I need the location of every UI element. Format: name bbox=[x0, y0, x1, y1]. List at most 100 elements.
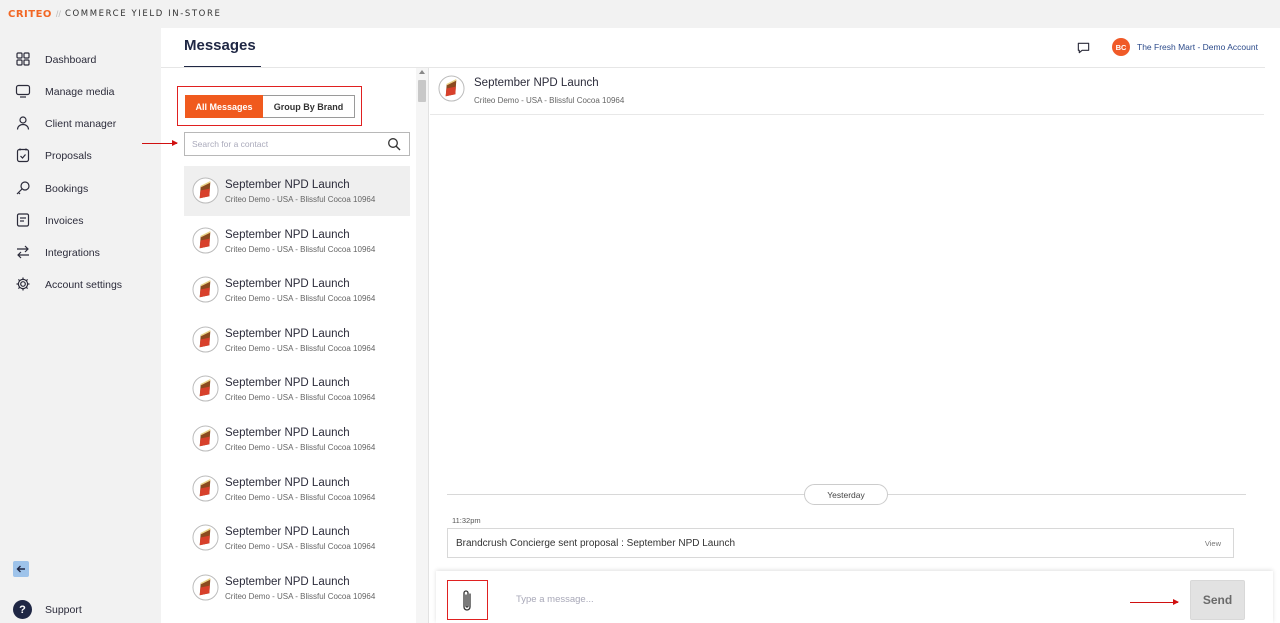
sidebar-item-label: Proposals bbox=[45, 150, 92, 162]
top-bar: CRITEO // COMMERCE YIELD IN-STORE bbox=[0, 0, 1280, 28]
brand-logo-icon bbox=[192, 227, 219, 254]
message-card: Brandcrush Concierge sent proposal : Sep… bbox=[447, 528, 1234, 558]
sidebar-item-invoices[interactable]: Invoices bbox=[0, 207, 161, 235]
support-label: Support bbox=[45, 603, 82, 616]
page-title: Messages bbox=[184, 37, 256, 54]
conversation-item[interactable]: September NPD Launch Criteo Demo - USA - … bbox=[184, 464, 410, 514]
paperclip-icon[interactable] bbox=[459, 588, 475, 614]
brand-logo-icon bbox=[192, 177, 219, 204]
brand-logo-icon bbox=[438, 75, 465, 102]
conversation-subtitle: Criteo Demo - USA - Blissful Cocoa 10964 bbox=[225, 343, 376, 353]
chat-bubble-icon[interactable] bbox=[1076, 40, 1091, 55]
swap-arrows-icon bbox=[17, 245, 29, 259]
view-proposal-link[interactable]: View bbox=[1205, 539, 1221, 548]
message-filter-toggle: All Messages Group By Brand bbox=[185, 95, 355, 118]
receipt-icon bbox=[16, 213, 30, 227]
conversation-name: September NPD Launch bbox=[225, 526, 350, 539]
brand-logo-icon bbox=[192, 574, 219, 601]
sidebar-item-account-settings[interactable]: Account settings bbox=[0, 271, 161, 299]
conversation-scrollbar[interactable] bbox=[416, 68, 428, 623]
chat-header-divider bbox=[430, 114, 1264, 115]
sidebar-item-dashboard[interactable]: Dashboard bbox=[0, 46, 161, 74]
sidebar-item-label: Dashboard bbox=[45, 54, 97, 66]
sidebar-item-label: Invoices bbox=[45, 215, 84, 227]
sidebar-item-manage-media[interactable]: Manage media bbox=[0, 78, 161, 106]
all-messages-button[interactable]: All Messages bbox=[185, 95, 263, 118]
sidebar-item-label: Integrations bbox=[45, 247, 100, 259]
help-icon: ? bbox=[13, 600, 32, 619]
brand-logo-icon bbox=[192, 326, 219, 353]
brand-logo-icon bbox=[192, 375, 219, 402]
user-icon bbox=[16, 116, 30, 130]
conversation-subtitle: Criteo Demo - USA - Blissful Cocoa 10964 bbox=[225, 591, 376, 601]
message-text: Brandcrush Concierge sent proposal : Sep… bbox=[456, 538, 736, 549]
support-link[interactable]: ? Support bbox=[13, 600, 82, 619]
panel-divider bbox=[428, 68, 429, 623]
conversation-subtitle: Criteo Demo - USA - Blissful Cocoa 10964 bbox=[225, 542, 376, 552]
arrow-left-icon bbox=[16, 565, 25, 573]
conversation-name: September NPD Launch bbox=[225, 476, 350, 489]
conversation-name: September NPD Launch bbox=[225, 179, 350, 191]
message-input[interactable] bbox=[508, 588, 1108, 610]
conversation-name: September NPD Launch bbox=[225, 228, 350, 241]
account-name: The Fresh Mart - Demo Account bbox=[1137, 42, 1258, 52]
sidebar-item-label: Account settings bbox=[45, 279, 123, 291]
sidebar-item-label: Manage media bbox=[45, 86, 115, 98]
message-time: 11:32pm bbox=[452, 516, 481, 525]
grid-icon bbox=[16, 52, 30, 66]
conversation-subtitle: Criteo Demo - USA - Blissful Cocoa 10964 bbox=[225, 393, 376, 403]
conversation-name: September NPD Launch bbox=[225, 278, 350, 291]
conversation-item[interactable]: September NPD Launch Criteo Demo - USA - … bbox=[184, 563, 410, 613]
conversation-item[interactable]: September NPD Launch Criteo Demo - USA - … bbox=[184, 265, 410, 315]
day-label: Yesterday bbox=[804, 484, 888, 505]
group-by-brand-button[interactable]: Group By Brand bbox=[263, 95, 355, 118]
sidebar-item-client-manager[interactable]: Client manager bbox=[0, 110, 161, 138]
brand-logo-icon bbox=[192, 276, 219, 303]
contact-search bbox=[184, 132, 410, 156]
chat-title: September NPD Launch bbox=[474, 77, 599, 89]
sidebar-item-proposals[interactable]: Proposals bbox=[0, 142, 161, 170]
sidebar-item-integrations[interactable]: Integrations bbox=[0, 239, 161, 267]
account-menu[interactable]: BC The Fresh Mart - Demo Account bbox=[1112, 38, 1258, 56]
brand-logo-icon bbox=[192, 524, 219, 551]
conversation-subtitle: Criteo Demo - USA - Blissful Cocoa 10964 bbox=[225, 442, 376, 452]
key-icon bbox=[16, 181, 30, 195]
conversation-name: September NPD Launch bbox=[225, 575, 350, 588]
sidebar-item-label: Bookings bbox=[45, 183, 89, 195]
scroll-thumb[interactable] bbox=[418, 80, 426, 102]
conversation-subtitle: Criteo Demo - USA - Blissful Cocoa 10964 bbox=[225, 294, 376, 304]
conversation-name: September NPD Launch bbox=[225, 327, 350, 340]
conversation-item[interactable]: September NPD Launch Criteo Demo - USA - … bbox=[184, 513, 410, 563]
brand-logo-icon bbox=[192, 425, 219, 452]
conversation-item[interactable]: September NPD Launch Criteo Demo - USA - … bbox=[184, 414, 410, 464]
product-name: COMMERCE YIELD IN-STORE bbox=[64, 9, 222, 19]
conversation-list: September NPD Launch Criteo Demo - USA - … bbox=[184, 166, 410, 612]
sidebar: Dashboard Manage media Client manager Pr… bbox=[0, 28, 161, 623]
conversation-subtitle: Criteo Demo - USA - Blissful Cocoa 10964 bbox=[225, 492, 376, 502]
sidebar-item-bookings[interactable]: Bookings bbox=[0, 175, 161, 203]
conversation-name: September NPD Launch bbox=[225, 377, 350, 390]
conversation-item[interactable]: September NPD Launch Criteo Demo - USA - … bbox=[184, 315, 410, 365]
monitor-icon bbox=[15, 84, 31, 98]
collapse-sidebar-button[interactable] bbox=[13, 561, 29, 577]
conversation-item[interactable]: September NPD Launch Criteo Demo - USA - … bbox=[184, 364, 410, 414]
search-input[interactable] bbox=[185, 133, 380, 155]
sidebar-item-label: Client manager bbox=[45, 118, 117, 130]
avatar: BC bbox=[1112, 38, 1130, 56]
logo-separator: // bbox=[55, 9, 61, 19]
annotation-arrow-send bbox=[1130, 599, 1179, 605]
scroll-up-arrow-icon[interactable] bbox=[419, 70, 425, 74]
gear-icon bbox=[16, 277, 30, 291]
conversation-subtitle: Criteo Demo - USA - Blissful Cocoa 10964 bbox=[225, 244, 376, 254]
brand-logo-icon bbox=[192, 475, 219, 502]
chat-subtitle: Criteo Demo - USA - Blissful Cocoa 10964 bbox=[474, 96, 625, 105]
clipboard-icon bbox=[16, 148, 30, 163]
criteo-logo: CRITEO bbox=[8, 8, 52, 20]
conversation-subtitle: Criteo Demo - USA - Blissful Cocoa 10964 bbox=[225, 195, 376, 204]
search-icon[interactable] bbox=[387, 137, 401, 151]
conversation-item[interactable]: September NPD Launch Criteo Demo - USA - … bbox=[184, 216, 410, 266]
annotation-arrow-search bbox=[142, 140, 178, 146]
conversation-item[interactable]: September NPD Launch Criteo Demo - USA - … bbox=[184, 166, 410, 216]
conversation-name: September NPD Launch bbox=[225, 426, 350, 439]
send-button[interactable]: Send bbox=[1190, 580, 1245, 620]
